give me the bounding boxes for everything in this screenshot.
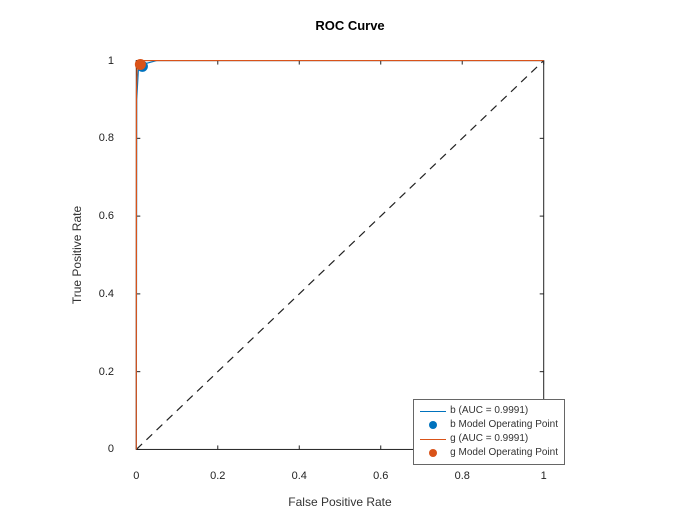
dot-swatch-icon [420, 419, 446, 431]
roc-figure: ROC Curve False Positive Rate True Posit… [0, 0, 700, 525]
x-tick-label: 0 [133, 470, 139, 482]
legend-item-b-point: b Model Operating Point [420, 418, 558, 432]
legend-label: g (AUC = 0.9991) [450, 432, 528, 446]
dot-swatch-icon [420, 447, 446, 459]
x-tick-label: 0.2 [210, 470, 225, 482]
legend-label: g Model Operating Point [450, 446, 558, 460]
x-tick-label: 0.8 [455, 470, 470, 482]
x-axis-label: False Positive Rate [120, 495, 560, 509]
legend: b (AUC = 0.9991) b Model Operating Point… [413, 399, 565, 465]
y-tick-label: 0.4 [84, 288, 114, 300]
y-tick-label: 0.2 [84, 366, 114, 378]
legend-item-g-point: g Model Operating Point [420, 446, 558, 460]
x-tick-label: 0.6 [373, 470, 388, 482]
legend-item-g-line: g (AUC = 0.9991) [420, 432, 558, 446]
legend-label: b (AUC = 0.9991) [450, 404, 528, 418]
legend-item-b-line: b (AUC = 0.9991) [420, 404, 558, 418]
y-tick-label: 0.8 [84, 132, 114, 144]
line-swatch-icon [420, 433, 446, 445]
legend-label: b Model Operating Point [450, 418, 558, 432]
line-swatch-icon [420, 405, 446, 417]
x-tick-label: 1 [541, 470, 547, 482]
x-tick-label: 0.4 [292, 470, 307, 482]
y-tick-label: 1 [84, 55, 114, 67]
chart-title: ROC Curve [0, 18, 700, 33]
y-tick-label: 0 [84, 443, 114, 455]
y-tick-label: 0.6 [84, 210, 114, 222]
y-axis-label: True Positive Rate [70, 0, 90, 45]
